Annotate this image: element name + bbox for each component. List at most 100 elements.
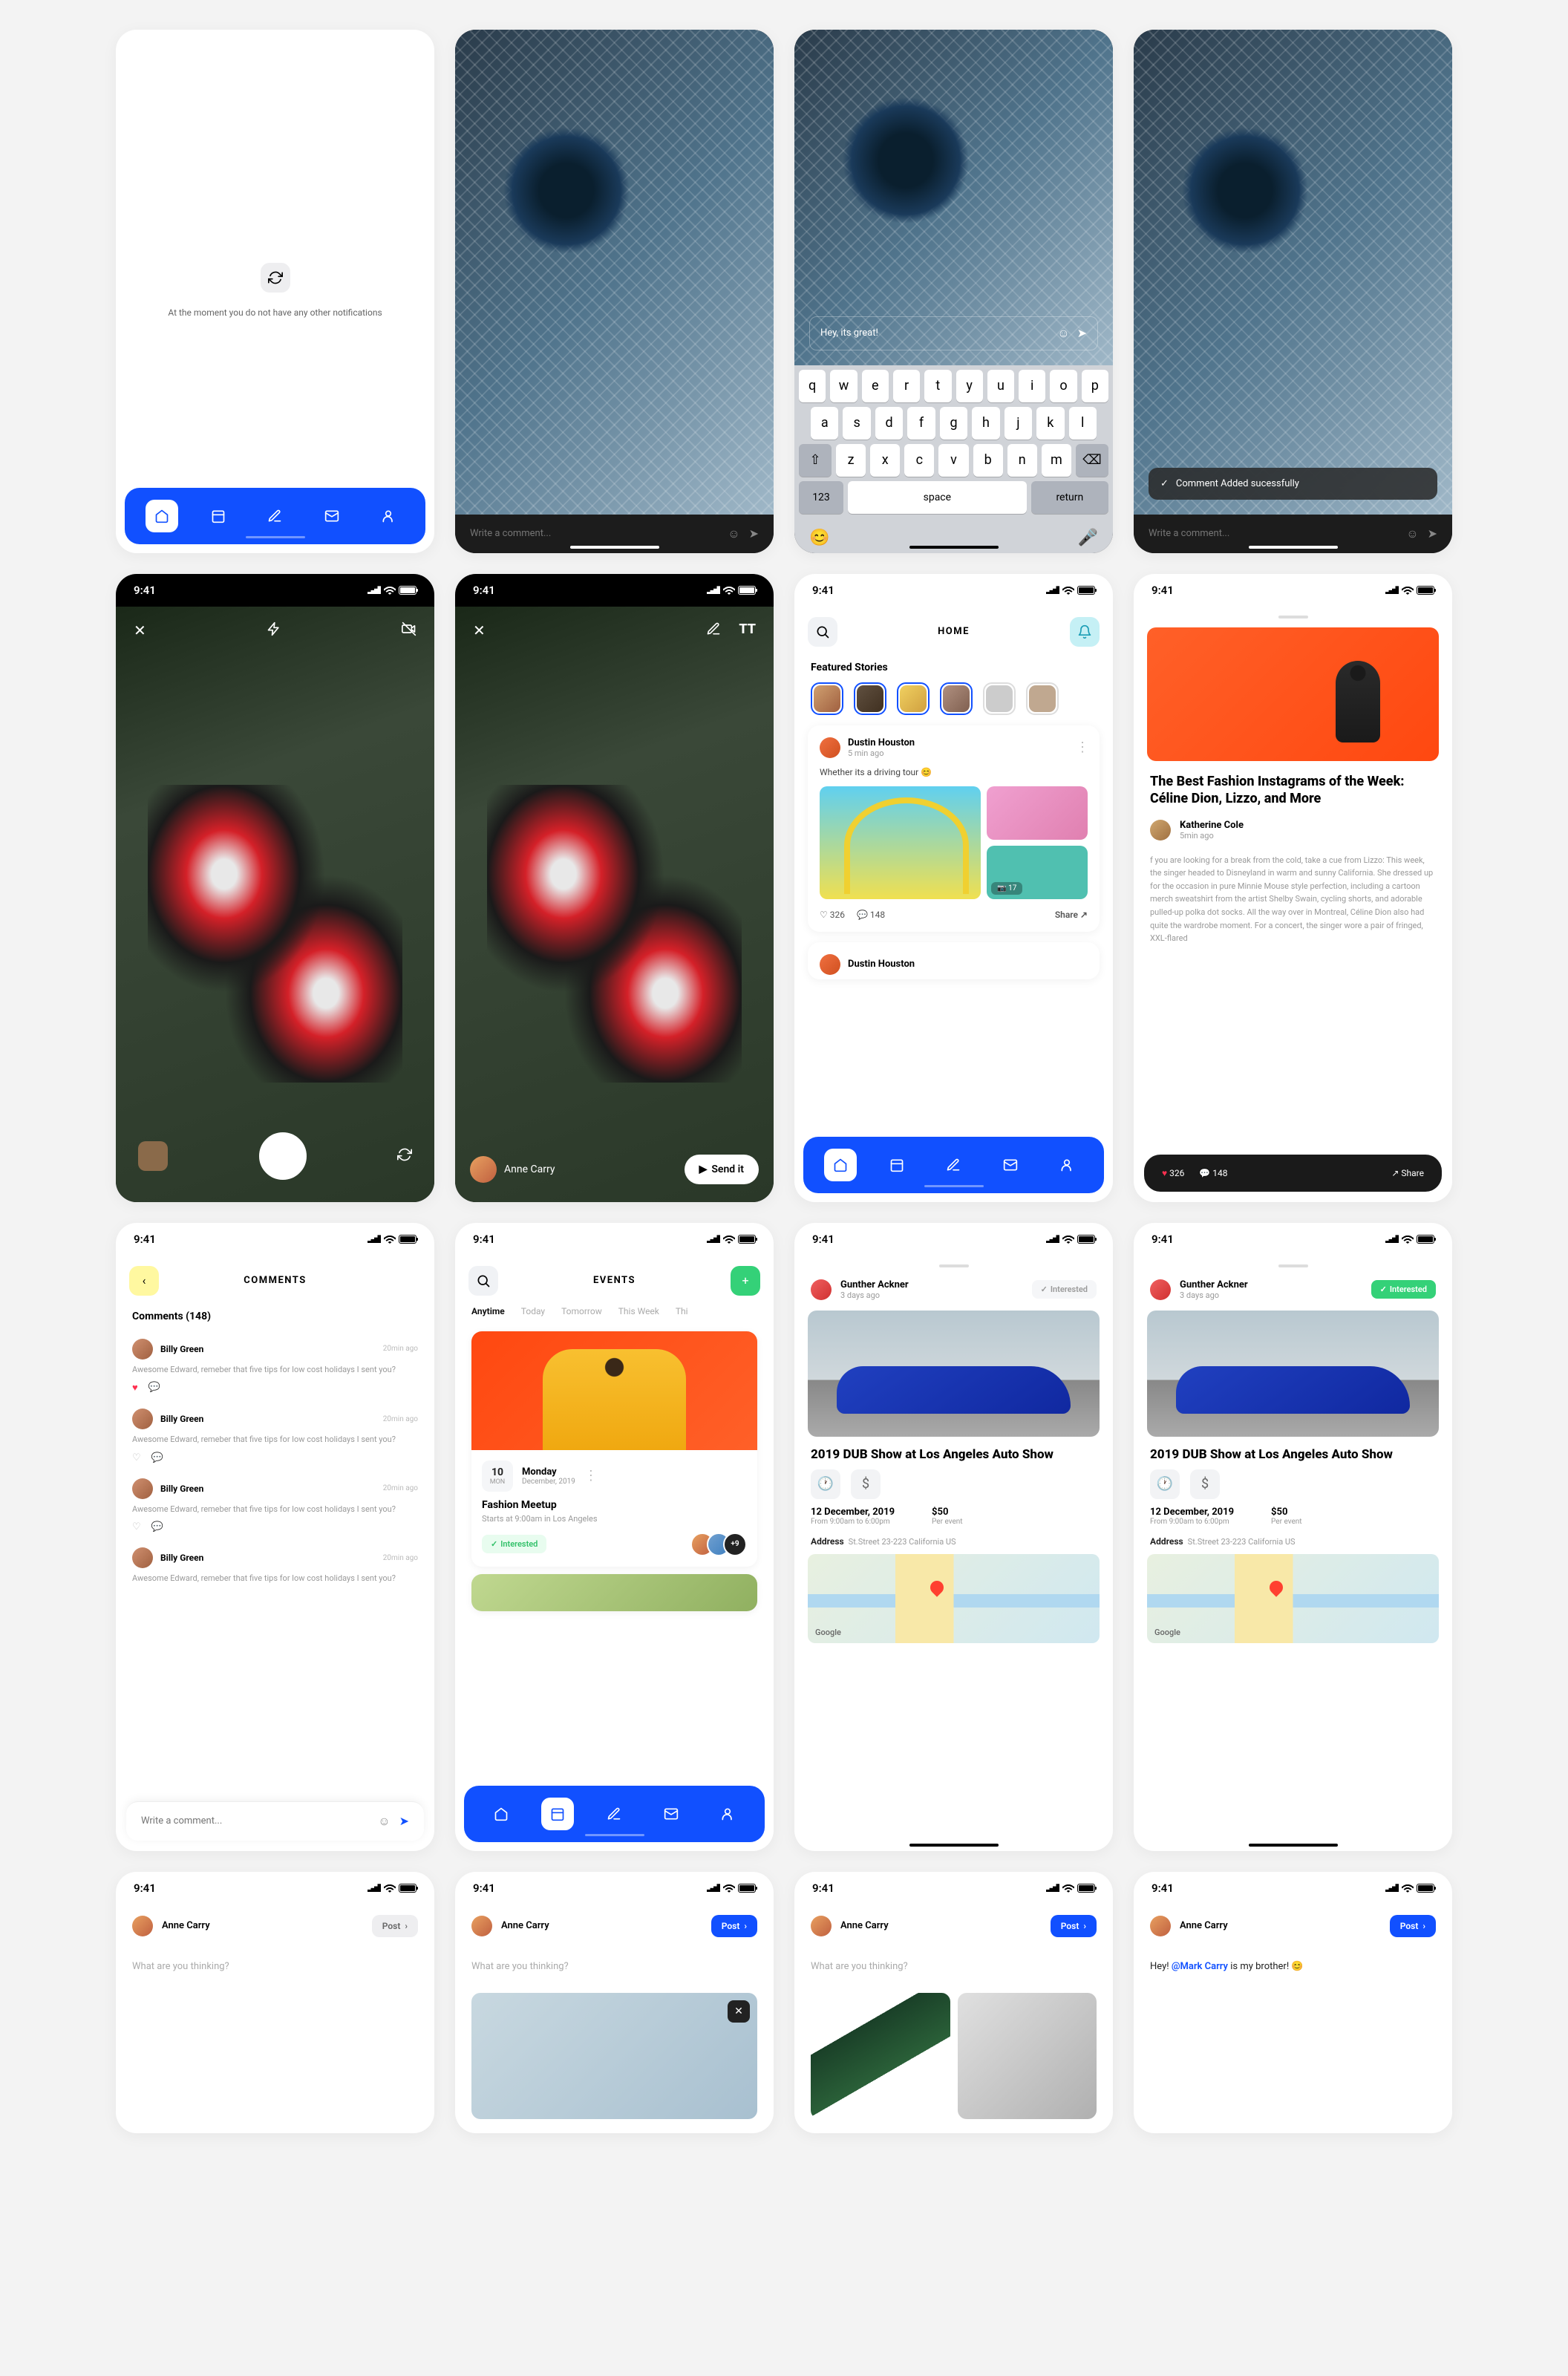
- key-shift[interactable]: ⇧: [799, 444, 832, 477]
- switch-camera-icon[interactable]: [397, 1146, 412, 1166]
- key-n[interactable]: n: [1007, 444, 1037, 477]
- event-map[interactable]: Google: [808, 1554, 1100, 1643]
- emoji-icon[interactable]: ☺: [1406, 526, 1418, 541]
- story-item[interactable]: [1026, 682, 1059, 715]
- nav-calendar[interactable]: [881, 1149, 913, 1181]
- nav-mail[interactable]: [655, 1798, 687, 1830]
- story-item[interactable]: [940, 682, 973, 715]
- post-button[interactable]: Post ›: [1051, 1915, 1097, 1937]
- key-g[interactable]: g: [940, 407, 967, 440]
- avatar[interactable]: [132, 1916, 153, 1936]
- more-icon[interactable]: ⋮: [584, 1468, 596, 1484]
- avatar[interactable]: [132, 1547, 153, 1568]
- host-avatar[interactable]: [811, 1279, 832, 1300]
- event-card[interactable]: 10MON MondayDecember, 2019 ⋮ Fashion Mee…: [471, 1331, 757, 1567]
- close-icon[interactable]: ✕: [473, 621, 486, 640]
- key-r[interactable]: r: [893, 370, 920, 402]
- like-icon[interactable]: ♡: [132, 1521, 141, 1533]
- key-h[interactable]: h: [972, 407, 999, 440]
- author-avatar[interactable]: [1150, 820, 1171, 841]
- key-l[interactable]: l: [1069, 407, 1097, 440]
- key-e[interactable]: e: [862, 370, 889, 402]
- send-button[interactable]: ▶ Send it: [685, 1155, 759, 1184]
- emoji-icon[interactable]: ☺: [378, 1814, 390, 1829]
- story-item[interactable]: [854, 682, 886, 715]
- comment-button[interactable]: 💬 148: [1199, 1168, 1227, 1178]
- post-image-more[interactable]: 📷 17: [987, 846, 1088, 899]
- key-u[interactable]: u: [987, 370, 1014, 402]
- story-item[interactable]: [897, 682, 930, 715]
- flash-icon[interactable]: [267, 621, 281, 640]
- video-off-icon[interactable]: [402, 621, 416, 640]
- key-space[interactable]: space: [848, 481, 1027, 514]
- drag-handle[interactable]: [939, 1264, 969, 1267]
- key-w[interactable]: w: [830, 370, 857, 402]
- key-j[interactable]: j: [1004, 407, 1032, 440]
- share-button[interactable]: Share ↗: [1055, 910, 1088, 920]
- tab-this-week[interactable]: This Week: [618, 1306, 659, 1316]
- close-icon[interactable]: ✕: [134, 621, 146, 640]
- nav-home[interactable]: [146, 500, 178, 532]
- key-123[interactable]: 123: [799, 481, 843, 514]
- send-icon[interactable]: ➤: [399, 1814, 409, 1828]
- key-s[interactable]: s: [843, 407, 870, 440]
- reply-icon[interactable]: 💬: [148, 1382, 160, 1394]
- story-item[interactable]: [811, 682, 843, 715]
- nav-home[interactable]: [824, 1149, 857, 1181]
- edit-icon[interactable]: [706, 621, 721, 640]
- reply-icon[interactable]: 💬: [151, 1452, 163, 1463]
- key-c[interactable]: c: [904, 444, 934, 477]
- reply-icon[interactable]: 💬: [151, 1521, 163, 1533]
- tab-tomorrow[interactable]: Tomorrow: [561, 1306, 602, 1316]
- nav-compose[interactable]: [937, 1149, 970, 1181]
- key-m[interactable]: m: [1042, 444, 1071, 477]
- notification-icon[interactable]: [1070, 617, 1100, 647]
- key-backspace[interactable]: ⌫: [1076, 444, 1108, 477]
- avatar[interactable]: [132, 1339, 153, 1360]
- compose-text[interactable]: Hey! @Mark Carry is my brother! 😊: [1134, 1948, 1452, 1985]
- post-image[interactable]: [987, 786, 1088, 840]
- post-button[interactable]: Post ›: [372, 1915, 418, 1937]
- attached-image[interactable]: [811, 1993, 950, 2119]
- story-item[interactable]: [983, 682, 1016, 715]
- send-icon[interactable]: ➤: [1428, 526, 1437, 541]
- nav-calendar[interactable]: [541, 1798, 574, 1830]
- compose-placeholder[interactable]: What are you thinking?: [794, 1948, 1113, 1985]
- nav-compose[interactable]: [598, 1798, 630, 1830]
- interested-chip-active[interactable]: ✓ Interested: [1371, 1280, 1436, 1299]
- comment-input[interactable]: [141, 1815, 369, 1827]
- key-b[interactable]: b: [973, 444, 1003, 477]
- key-z[interactable]: z: [836, 444, 866, 477]
- tab-today[interactable]: Today: [521, 1306, 545, 1316]
- interested-chip[interactable]: ✓ Interested: [482, 1535, 546, 1553]
- emoji-keyboard-icon[interactable]: 😊: [809, 529, 829, 547]
- emoji-icon[interactable]: ☺: [1057, 326, 1069, 341]
- like-icon[interactable]: ♥: [132, 1382, 138, 1394]
- tab-anytime[interactable]: Anytime: [471, 1306, 505, 1316]
- tab-partial[interactable]: Thi: [676, 1306, 688, 1316]
- drag-handle[interactable]: [1278, 1264, 1308, 1267]
- more-icon[interactable]: ⋮: [1076, 740, 1088, 755]
- key-d[interactable]: d: [875, 407, 903, 440]
- send-icon[interactable]: ➤: [1077, 326, 1087, 340]
- post-button[interactable]: Post ›: [711, 1915, 757, 1937]
- search-icon[interactable]: [808, 617, 837, 647]
- key-q[interactable]: q: [799, 370, 826, 402]
- post-button[interactable]: Post ›: [1390, 1915, 1436, 1937]
- comment-button[interactable]: 💬 148: [857, 910, 885, 920]
- search-icon[interactable]: [468, 1266, 498, 1296]
- avatar[interactable]: [820, 737, 840, 758]
- nav-mail[interactable]: [994, 1149, 1027, 1181]
- nav-profile[interactable]: [372, 500, 405, 532]
- key-x[interactable]: x: [870, 444, 900, 477]
- avatar[interactable]: [1150, 1916, 1171, 1936]
- event-card[interactable]: [471, 1574, 757, 1611]
- gallery-thumbnail[interactable]: [138, 1141, 168, 1171]
- reply-input[interactable]: [820, 327, 1050, 339]
- key-o[interactable]: o: [1050, 370, 1077, 402]
- key-v[interactable]: v: [938, 444, 968, 477]
- compose-placeholder[interactable]: What are you thinking?: [455, 1948, 774, 1985]
- share-button[interactable]: ↗ Share: [1391, 1168, 1424, 1178]
- mic-icon[interactable]: 🎤: [1078, 529, 1098, 547]
- shutter-button[interactable]: [259, 1132, 307, 1180]
